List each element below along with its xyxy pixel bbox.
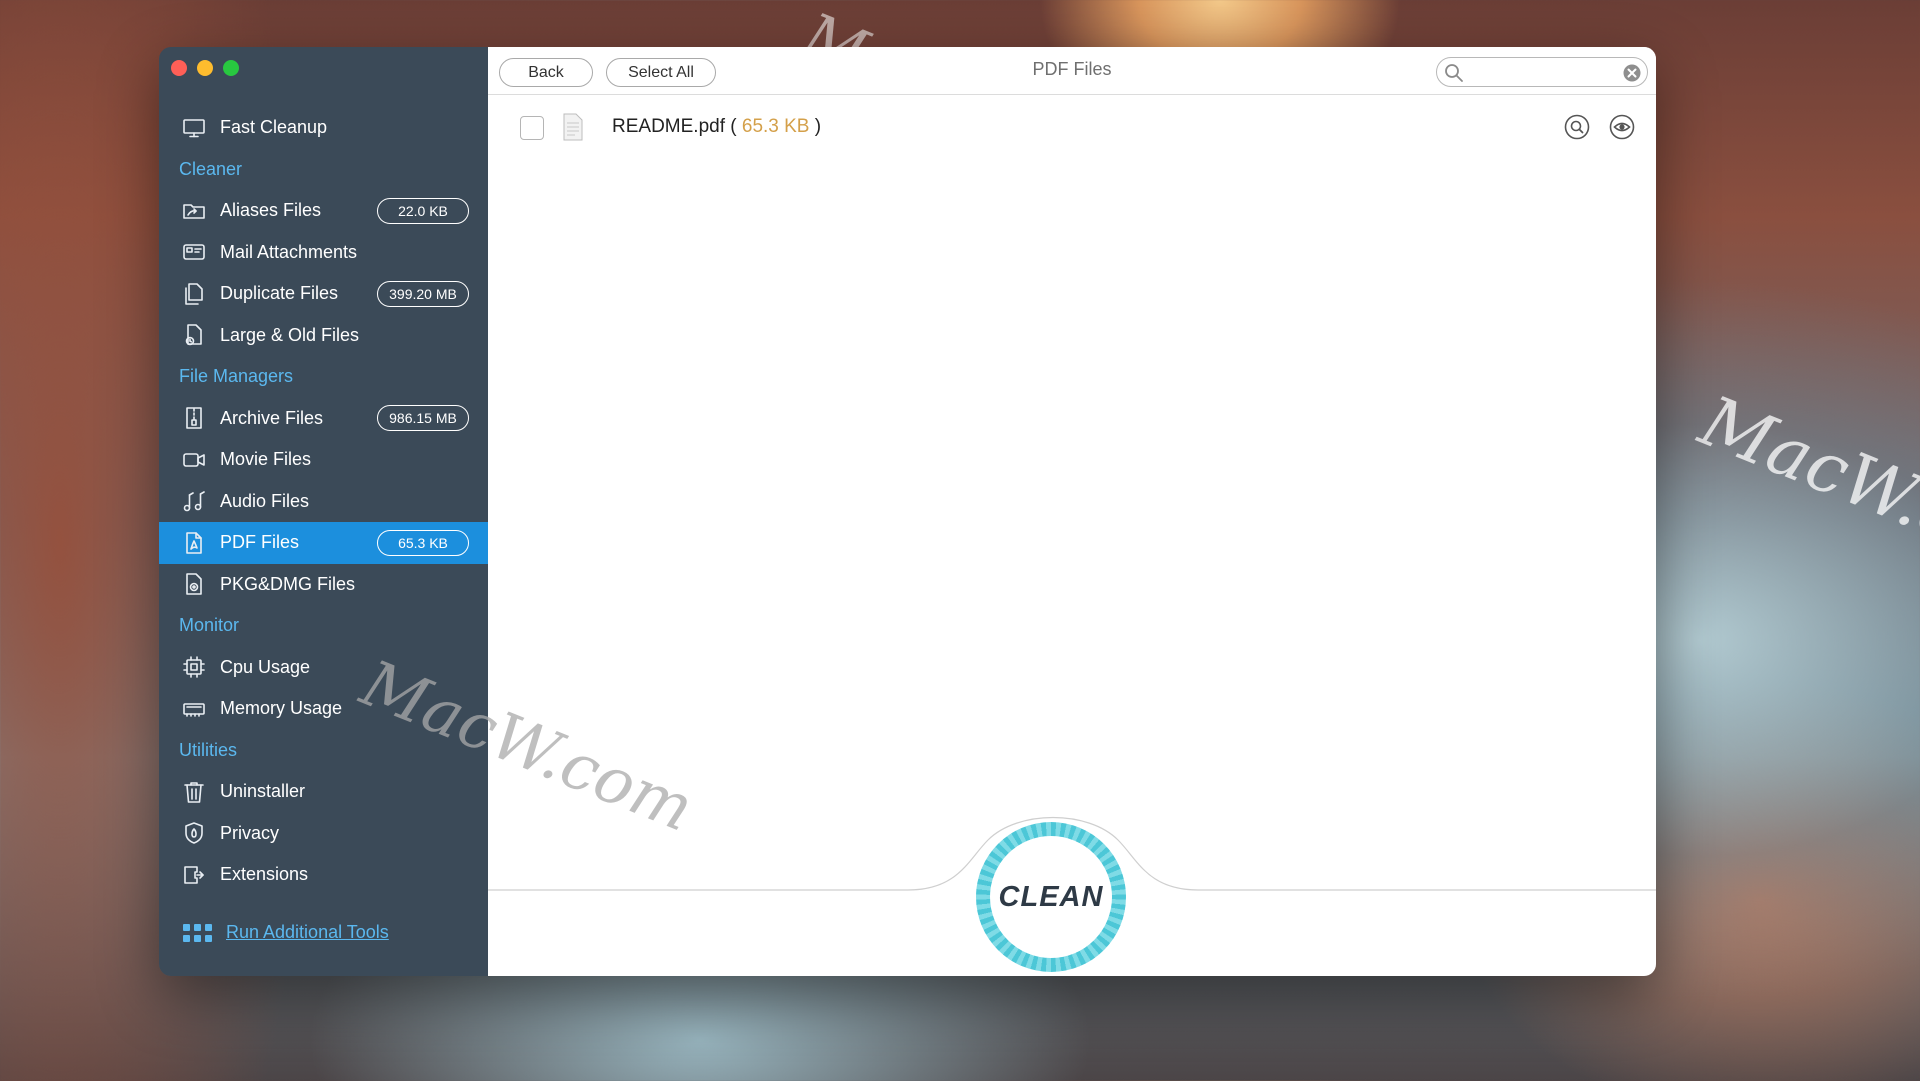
sidebar-nav: Fast Cleanup Cleaner Aliases Files 22.0 KB M… (159, 107, 488, 896)
sidebar-item-cpu-usage[interactable]: Cpu Usage (159, 647, 488, 689)
sidebar-item-label: PKG&DMG Files (220, 573, 356, 594)
sidebar-item-extensions[interactable]: Extensions (159, 854, 488, 896)
cpu-icon (181, 654, 207, 680)
sidebar-item-label: Privacy (220, 822, 280, 843)
video-camera-icon (181, 447, 207, 473)
minimize-window-button[interactable] (197, 60, 213, 76)
sidebar-item-pkg-dmg-files[interactable]: PKG&DMG Files (159, 564, 488, 606)
memory-icon (181, 696, 207, 722)
sidebar-item-label: Mail Attachments (220, 241, 358, 262)
mail-attachment-icon (181, 239, 207, 265)
file-size: 65.3 KB (741, 116, 810, 137)
sidebar-item-pdf-files[interactable]: PDF Files 65.3 KB (159, 522, 488, 564)
sidebar-item-label: Fast Cleanup (220, 117, 328, 138)
sidebar-item-archive-files[interactable]: Archive Files 986.15 MB (159, 398, 488, 440)
section-utilities: Utilities (179, 739, 238, 760)
sidebar-item-label: Audio Files (220, 490, 310, 511)
apps-grid-icon (183, 923, 212, 942)
sidebar-item-label: Duplicate Files (220, 283, 339, 304)
size-badge: 399.20 MB (377, 280, 469, 307)
clean-button-label: CLEAN (990, 836, 1112, 958)
zoom-window-button[interactable] (223, 60, 239, 76)
search-input[interactable] (1469, 62, 1619, 82)
window-controls (171, 60, 239, 76)
toolbar: Back Select All PDF Files (488, 47, 1656, 95)
sidebar: Fast Cleanup Cleaner Aliases Files 22.0 KB M… (159, 47, 488, 976)
file-checkbox[interactable] (520, 116, 544, 140)
folder-alias-icon (181, 198, 207, 224)
duplicate-icon (181, 281, 207, 307)
sidebar-item-duplicate-files[interactable]: Duplicate Files 399.20 MB (159, 273, 488, 315)
clean-button[interactable]: CLEAN (976, 822, 1126, 972)
sidebar-item-large-old-files[interactable]: Large & Old Files (159, 315, 488, 357)
shield-icon (181, 820, 207, 846)
sidebar-item-audio-files[interactable]: Audio Files (159, 481, 488, 523)
file-name: README.pdf ( 65.3 KB ) (612, 116, 822, 137)
sidebar-item-movie-files[interactable]: Movie Files (159, 439, 488, 481)
sidebar-item-label: Large & Old Files (220, 324, 360, 345)
archive-icon (181, 405, 207, 431)
watermark-right: MacW.com (1689, 380, 1920, 600)
sidebar-item-uninstaller[interactable]: Uninstaller (159, 771, 488, 813)
sidebar-item-label: Cpu Usage (220, 656, 311, 677)
reveal-in-finder-icon[interactable] (1564, 114, 1590, 140)
pdf-document-icon (563, 113, 583, 141)
sidebar-item-label: PDF Files (220, 532, 300, 553)
monitor-icon (181, 115, 207, 141)
main-panel: Back Select All PDF Files README.pdf (6… (488, 47, 1656, 976)
section-monitor: Monitor (179, 615, 240, 636)
large-file-icon (181, 322, 207, 348)
extension-icon (181, 862, 207, 888)
run-additional-tools-link[interactable]: Run Additional Tools (226, 922, 389, 943)
search-box[interactable] (1436, 57, 1648, 87)
sidebar-item-memory-usage[interactable]: Memory Usage (159, 688, 488, 730)
sidebar-item-mail-attachments[interactable]: Mail Attachments (159, 232, 488, 274)
size-badge: 986.15 MB (377, 405, 469, 432)
sidebar-item-label: Aliases Files (220, 200, 322, 221)
package-icon (181, 571, 207, 597)
trash-icon (181, 779, 207, 805)
section-cleaner: Cleaner (179, 158, 243, 179)
music-note-icon (181, 488, 207, 514)
section-file-managers: File Managers (179, 366, 294, 387)
app-window: Fast Cleanup Cleaner Aliases Files 22.0 KB M… (159, 47, 1656, 976)
clear-search-icon[interactable] (1622, 63, 1642, 83)
sidebar-item-label: Extensions (220, 864, 309, 885)
size-badge: 22.0 KB (377, 197, 469, 224)
search-icon (1445, 64, 1463, 82)
sidebar-item-label: Uninstaller (220, 781, 306, 802)
sidebar-item-aliases-files[interactable]: Aliases Files 22.0 KB (159, 190, 488, 232)
sidebar-item-label: Memory Usage (220, 698, 343, 719)
sidebar-item-label: Movie Files (220, 449, 312, 470)
sidebar-item-label: Archive Files (220, 407, 324, 428)
sidebar-item-fast-cleanup[interactable]: Fast Cleanup (159, 107, 488, 149)
close-window-button[interactable] (171, 60, 187, 76)
size-badge: 65.3 KB (377, 529, 469, 556)
pdf-icon (181, 530, 207, 556)
file-row[interactable]: README.pdf ( 65.3 KB ) (488, 109, 1656, 145)
quick-look-eye-icon[interactable] (1609, 114, 1635, 140)
sidebar-item-privacy[interactable]: Privacy (159, 813, 488, 855)
run-additional-tools[interactable]: Run Additional Tools (183, 922, 389, 943)
